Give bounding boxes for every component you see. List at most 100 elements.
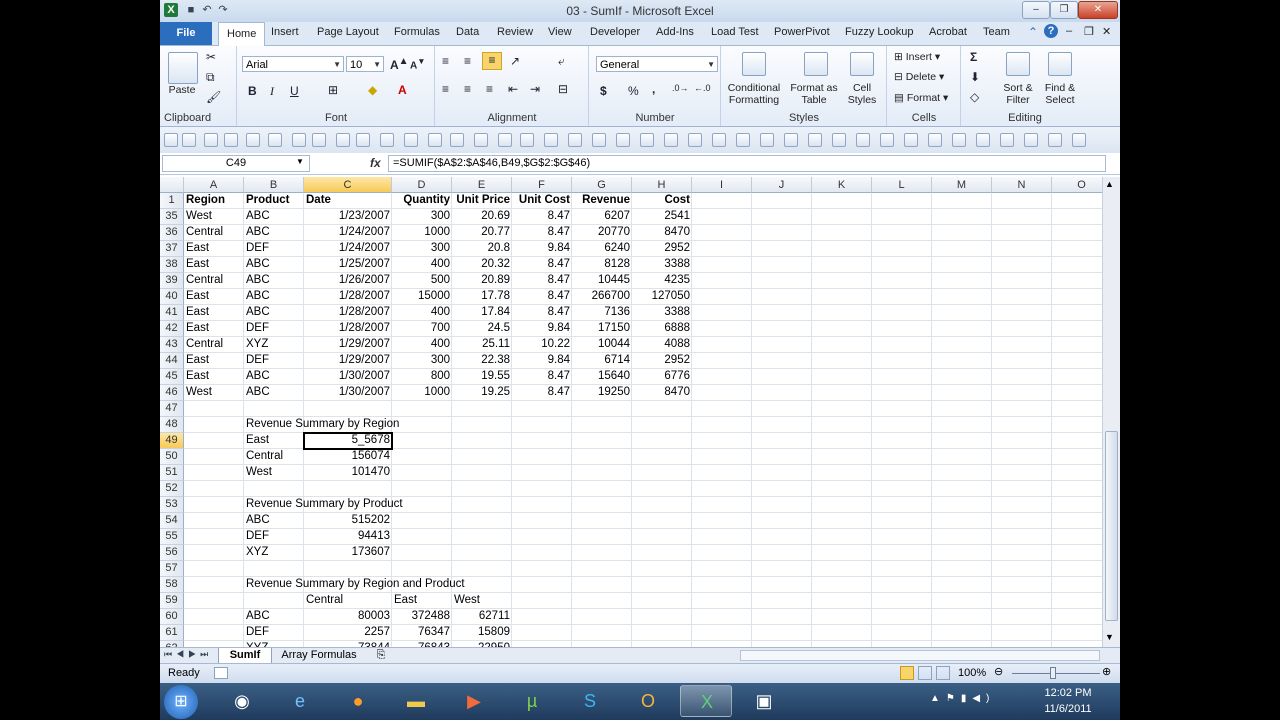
font-name-select[interactable]: Arial ▼ [242,56,344,72]
tab-review[interactable]: Review [497,26,533,38]
toolbar-button-icon[interactable] [928,133,942,147]
bold-button[interactable]: B [248,84,257,98]
cell-c56[interactable]: 173607 [304,545,392,561]
column-header-j[interactable]: J [752,177,812,193]
cell-d41[interactable]: 400 [392,305,452,321]
tab-view[interactable]: View [548,26,572,38]
cell-g42[interactable]: 17150 [572,321,632,337]
cell-d38[interactable]: 400 [392,257,452,273]
cell-h38[interactable]: 3388 [632,257,692,273]
column-header-n[interactable]: N [992,177,1052,193]
cell-c61[interactable]: 2257 [304,625,392,641]
underline-button[interactable]: U [290,84,299,98]
cell-c51[interactable]: 101470 [304,465,392,481]
autosum-button[interactable]: Σ [970,50,977,64]
cell-c50[interactable]: 156074 [304,449,392,465]
row-header-55[interactable]: 55 [160,529,184,545]
row-header-38[interactable]: 38 [160,257,184,273]
cell-g39[interactable]: 10445 [572,273,632,289]
cell-b54[interactable]: ABC [244,513,304,529]
cell-a36[interactable]: Central [184,225,244,241]
row-header-48[interactable]: 48 [160,417,184,433]
cell-a46[interactable]: West [184,385,244,401]
cell-d44[interactable]: 300 [392,353,452,369]
cell-c41[interactable]: 1/28/2007 [304,305,392,321]
toolbar-button-icon[interactable] [568,133,582,147]
cell-f1[interactable]: Unit Cost [512,193,572,209]
row-header-59[interactable]: 59 [160,593,184,609]
toolbar-button-icon[interactable] [688,133,702,147]
cell-d37[interactable]: 300 [392,241,452,257]
align-center-icon[interactable]: ≡ [464,82,471,96]
cell-styles-icon[interactable] [850,52,874,76]
cell-h42[interactable]: 6888 [632,321,692,337]
taskbar-utorrent[interactable]: µ [506,685,558,717]
cell-f40[interactable]: 8.47 [512,289,572,305]
zoom-in-icon[interactable]: ⊕ [1102,665,1111,678]
find-select-icon[interactable] [1048,52,1072,76]
cell-c55[interactable]: 94413 [304,529,392,545]
cell-e45[interactable]: 19.55 [452,369,512,385]
toolbar-button-icon[interactable] [380,133,394,147]
cell-b53[interactable]: Revenue Summary by Product [244,497,403,513]
tab-add-ins[interactable]: Add-Ins [656,26,694,38]
decrease-indent-icon[interactable]: ⇤ [508,82,518,96]
row-header-46[interactable]: 46 [160,385,184,401]
cell-f42[interactable]: 9.84 [512,321,572,337]
cell-b60[interactable]: ABC [244,609,304,625]
toolbar-button-icon[interactable] [976,133,990,147]
cell-b61[interactable]: DEF [244,625,304,641]
font-size-select[interactable]: 10 ▼ [346,56,384,72]
cell-b43[interactable]: XYZ [244,337,304,353]
toolbar-button-icon[interactable] [246,133,260,147]
scroll-up-icon[interactable]: ▲ [1105,179,1114,189]
cell-e46[interactable]: 19.25 [452,385,512,401]
row-header-52[interactable]: 52 [160,481,184,497]
taskbar-excel[interactable]: X [680,685,732,717]
zoom-slider-thumb[interactable] [1050,667,1056,679]
column-header-g[interactable]: G [572,177,632,193]
cell-f44[interactable]: 9.84 [512,353,572,369]
comma-button[interactable]: , [652,82,655,96]
toolbar-button-icon[interactable] [616,133,630,147]
tab-insert[interactable]: Insert [271,26,299,38]
toolbar-button-icon[interactable] [428,133,442,147]
cell-d45[interactable]: 800 [392,369,452,385]
toolbar-button-icon[interactable] [268,133,282,147]
cell-e43[interactable]: 25.11 [452,337,512,353]
system-tray-icons[interactable]: ▲⚑▮◀) [930,693,995,704]
vertical-scrollbar[interactable]: ▲ ▼ [1102,177,1120,647]
toolbar-button-icon[interactable] [520,133,534,147]
row-header-49[interactable]: 49 [160,433,184,449]
cell-b45[interactable]: ABC [244,369,304,385]
toolbar-button-icon[interactable] [404,133,418,147]
decrease-decimal-icon[interactable]: ←.0 [694,83,711,93]
cell-c1[interactable]: Date [304,193,392,209]
close-button[interactable]: ✕ [1078,1,1118,19]
cell-a45[interactable]: East [184,369,244,385]
row-header-56[interactable]: 56 [160,545,184,561]
column-header-d[interactable]: D [392,177,452,193]
align-bottom-icon[interactable]: ≡ [482,52,502,70]
shrink-font-icon[interactable]: A▼ [410,56,425,71]
cell-a42[interactable]: East [184,321,244,337]
cell-h44[interactable]: 2952 [632,353,692,369]
cell-b37[interactable]: DEF [244,241,304,257]
row-header-58[interactable]: 58 [160,577,184,593]
toolbar-button-icon[interactable] [336,133,350,147]
column-header-b[interactable]: B [244,177,304,193]
taskbar-outlook[interactable]: O [622,685,674,717]
cell-c38[interactable]: 1/25/2007 [304,257,392,273]
name-box[interactable]: C49 [162,155,310,172]
tab-file[interactable]: File [160,22,212,45]
cell-d39[interactable]: 500 [392,273,452,289]
start-button[interactable]: ⊞ [164,685,198,719]
cell-e35[interactable]: 20.69 [452,209,512,225]
row-header-53[interactable]: 53 [160,497,184,513]
cell-b51[interactable]: West [244,465,304,481]
taskbar-ie[interactable]: e [274,685,326,717]
cell-c54[interactable]: 515202 [304,513,392,529]
tab-formulas[interactable]: Formulas [394,26,440,38]
merge-center-icon[interactable]: ⊟ [558,82,568,96]
doc-close-button[interactable]: ✕ [1102,25,1111,38]
